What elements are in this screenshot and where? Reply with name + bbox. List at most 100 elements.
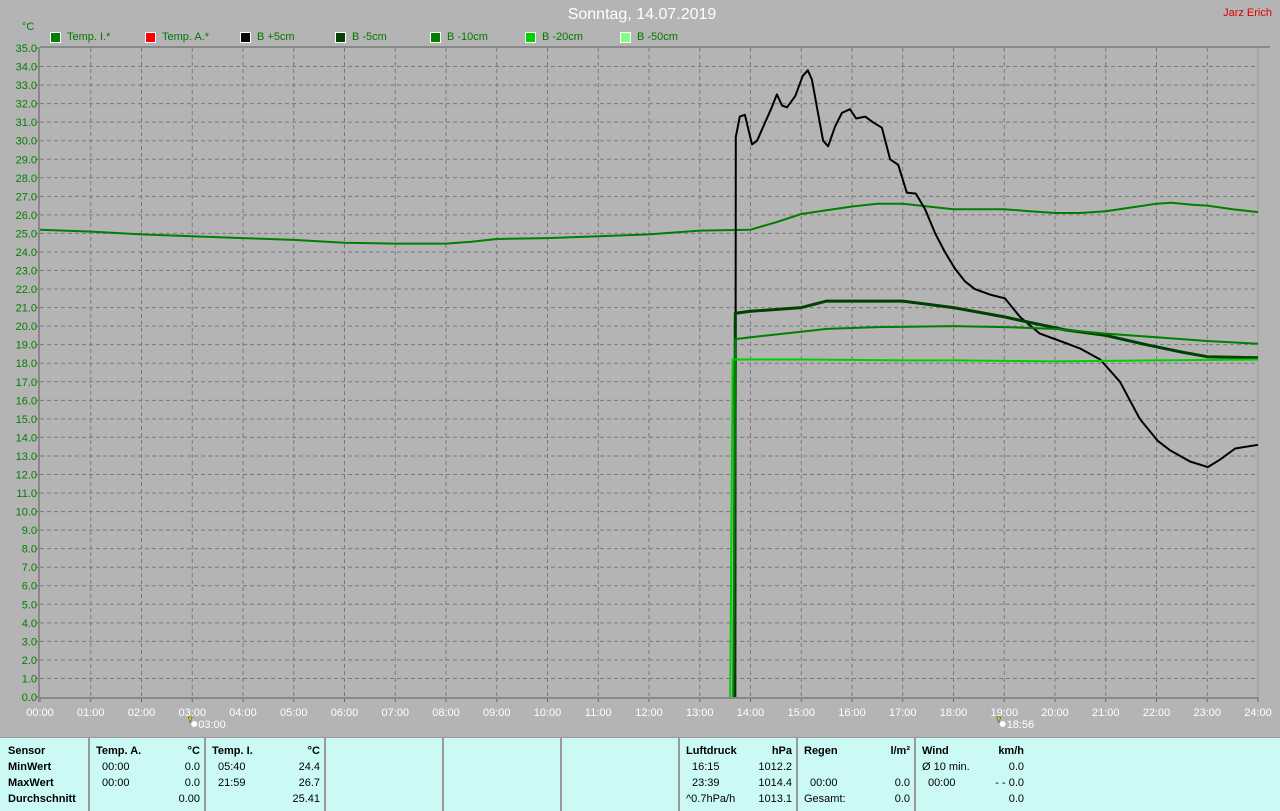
legend-swatch	[430, 31, 441, 43]
y-tick-label: 30.0	[16, 136, 37, 148]
pressure-column: Luftdruck hPa 16:15 1012.2 23:39 1014.4 …	[678, 738, 798, 811]
y-tick-label: 10.0	[16, 507, 37, 519]
wind-unit: km/h	[998, 745, 1024, 757]
rain-value: 0.0	[894, 777, 910, 789]
x-tick-label: 21:00	[1092, 707, 1120, 719]
y-tick-label: 31.0	[16, 117, 37, 129]
y-tick-label: 8.0	[22, 544, 37, 556]
sensor-header: Sensor	[8, 745, 46, 757]
x-tick-label: 20:00	[1041, 707, 1069, 719]
y-tick-label: 19.0	[16, 340, 37, 352]
temp-i-max-time: 21:59	[218, 777, 246, 789]
y-tick-label: 21.0	[16, 303, 37, 315]
series-line-2	[734, 69, 1259, 698]
avg-label: Durchschnitt	[8, 793, 76, 805]
pressure-trend: ^0.7hPa/h	[686, 793, 736, 805]
rain-time: 00:00	[810, 777, 838, 789]
annotation-label: 03:00	[198, 719, 226, 731]
legend-swatch	[145, 31, 156, 43]
wind-avg-label: Ø 10 min.	[922, 761, 970, 773]
y-tick-label: 11.0	[16, 488, 37, 500]
x-tick-label: 05:00	[280, 707, 308, 719]
sun-arrow	[187, 716, 193, 724]
wind-max: - - 0.0	[995, 777, 1024, 789]
legend-swatch	[240, 31, 251, 43]
y-tick-label: 1.0	[22, 673, 37, 685]
temp-i-max: 26.7	[298, 777, 320, 789]
y-tick-label: 22.0	[16, 284, 37, 296]
x-tick-label: 07:00	[381, 707, 409, 719]
legend-swatch	[50, 31, 61, 43]
y-tick-label: 27.0	[16, 191, 37, 203]
legend-item: B -50cm	[620, 31, 678, 43]
y-tick-label: 18.0	[16, 358, 37, 370]
legend-swatch	[620, 31, 631, 43]
x-tick-label: 22:00	[1143, 707, 1171, 719]
x-tick-label: 19:00	[990, 707, 1018, 719]
x-tick-label: 17:00	[889, 707, 917, 719]
x-tick-label: 14:00	[737, 707, 765, 719]
legend-label: B -20cm	[542, 31, 583, 43]
legend-item: Temp. I.*	[50, 31, 110, 43]
y-tick-label: 0.0	[22, 692, 37, 704]
legend-label: B +5cm	[257, 31, 295, 43]
empty-column	[324, 738, 444, 811]
legend-item: B -5cm	[335, 31, 387, 43]
wind-header: Wind	[922, 745, 949, 757]
legend-item: B -10cm	[430, 31, 488, 43]
legend-swatch	[525, 31, 536, 43]
pressure-current: 1013.1	[758, 793, 792, 805]
rain-unit: l/m²	[890, 745, 910, 757]
sun-cloud	[191, 721, 198, 727]
y-tick-label: 4.0	[22, 618, 37, 630]
pressure-min: 1012.2	[758, 761, 792, 773]
y-tick-label: 2.0	[22, 655, 37, 667]
legend-item: B -20cm	[525, 31, 583, 43]
wind-column: Wind km/h Ø 10 min. 0.0 00:00 - - 0.0 0.…	[914, 738, 1032, 811]
x-tick-label: 02:00	[128, 707, 156, 719]
legend-swatch	[335, 31, 346, 43]
x-tick-label: 23:00	[1193, 707, 1221, 719]
temp-i-column: Temp. I. °C 05:40 24.4 21:59 26.7 25.41	[204, 738, 326, 811]
y-tick-label: 15.0	[16, 414, 37, 426]
wind-time: 00:00	[928, 777, 956, 789]
wind-avg: 0.0	[1008, 761, 1024, 773]
legend-label: B -5cm	[352, 31, 387, 43]
chart-title: Sonntag, 14.07.2019	[567, 6, 717, 23]
temp-a-max-time: 00:00	[102, 777, 130, 789]
wind-value: 0.0	[1008, 793, 1024, 805]
rain-header: Regen	[804, 745, 838, 757]
y-tick-label: 6.0	[22, 581, 37, 593]
x-tick-label: 12:00	[635, 707, 663, 719]
y-tick-label: 29.0	[16, 154, 37, 166]
x-tick-label: 04:00	[229, 707, 257, 719]
y-tick-label: 3.0	[22, 636, 37, 648]
pressure-header: Luftdruck	[686, 745, 737, 757]
rain-column: Regen l/m² 00:00 0.0 Gesamt: 0.0	[796, 738, 916, 811]
temp-i-min: 24.4	[298, 761, 320, 773]
x-tick-label: 01:00	[77, 707, 105, 719]
temp-i-min-time: 05:40	[218, 761, 246, 773]
x-tick-label: 13:00	[686, 707, 714, 719]
pressure-unit: hPa	[771, 745, 792, 757]
x-tick-label: 06:00	[331, 707, 359, 719]
x-tick-label: 15:00	[787, 707, 815, 719]
temp-i-header: Temp. I.	[212, 745, 253, 757]
rain-total: 0.0	[894, 793, 910, 805]
x-tick-label: 00:00	[26, 707, 54, 719]
temp-i-avg: 25.41	[292, 793, 320, 805]
temp-i-unit: °C	[307, 745, 320, 757]
y-tick-label: 26.0	[16, 210, 37, 222]
y-tick-label: 7.0	[22, 562, 37, 574]
legend-label: B -10cm	[447, 31, 488, 43]
legend-label: B -50cm	[637, 31, 678, 43]
y-tick-label: 5.0	[22, 599, 37, 611]
empty-column	[560, 738, 680, 811]
legend-label: Temp. I.*	[67, 31, 111, 43]
x-tick-label: 18:00	[940, 707, 968, 719]
y-tick-label: 28.0	[16, 173, 37, 185]
temp-a-column: Temp. A. °C 00:00 0.0 00:00 0.0 0.00	[88, 738, 206, 811]
x-tick-label: 16:00	[838, 707, 866, 719]
y-tick-label: 23.0	[16, 266, 37, 278]
y-tick-label: 34.0	[16, 62, 37, 74]
